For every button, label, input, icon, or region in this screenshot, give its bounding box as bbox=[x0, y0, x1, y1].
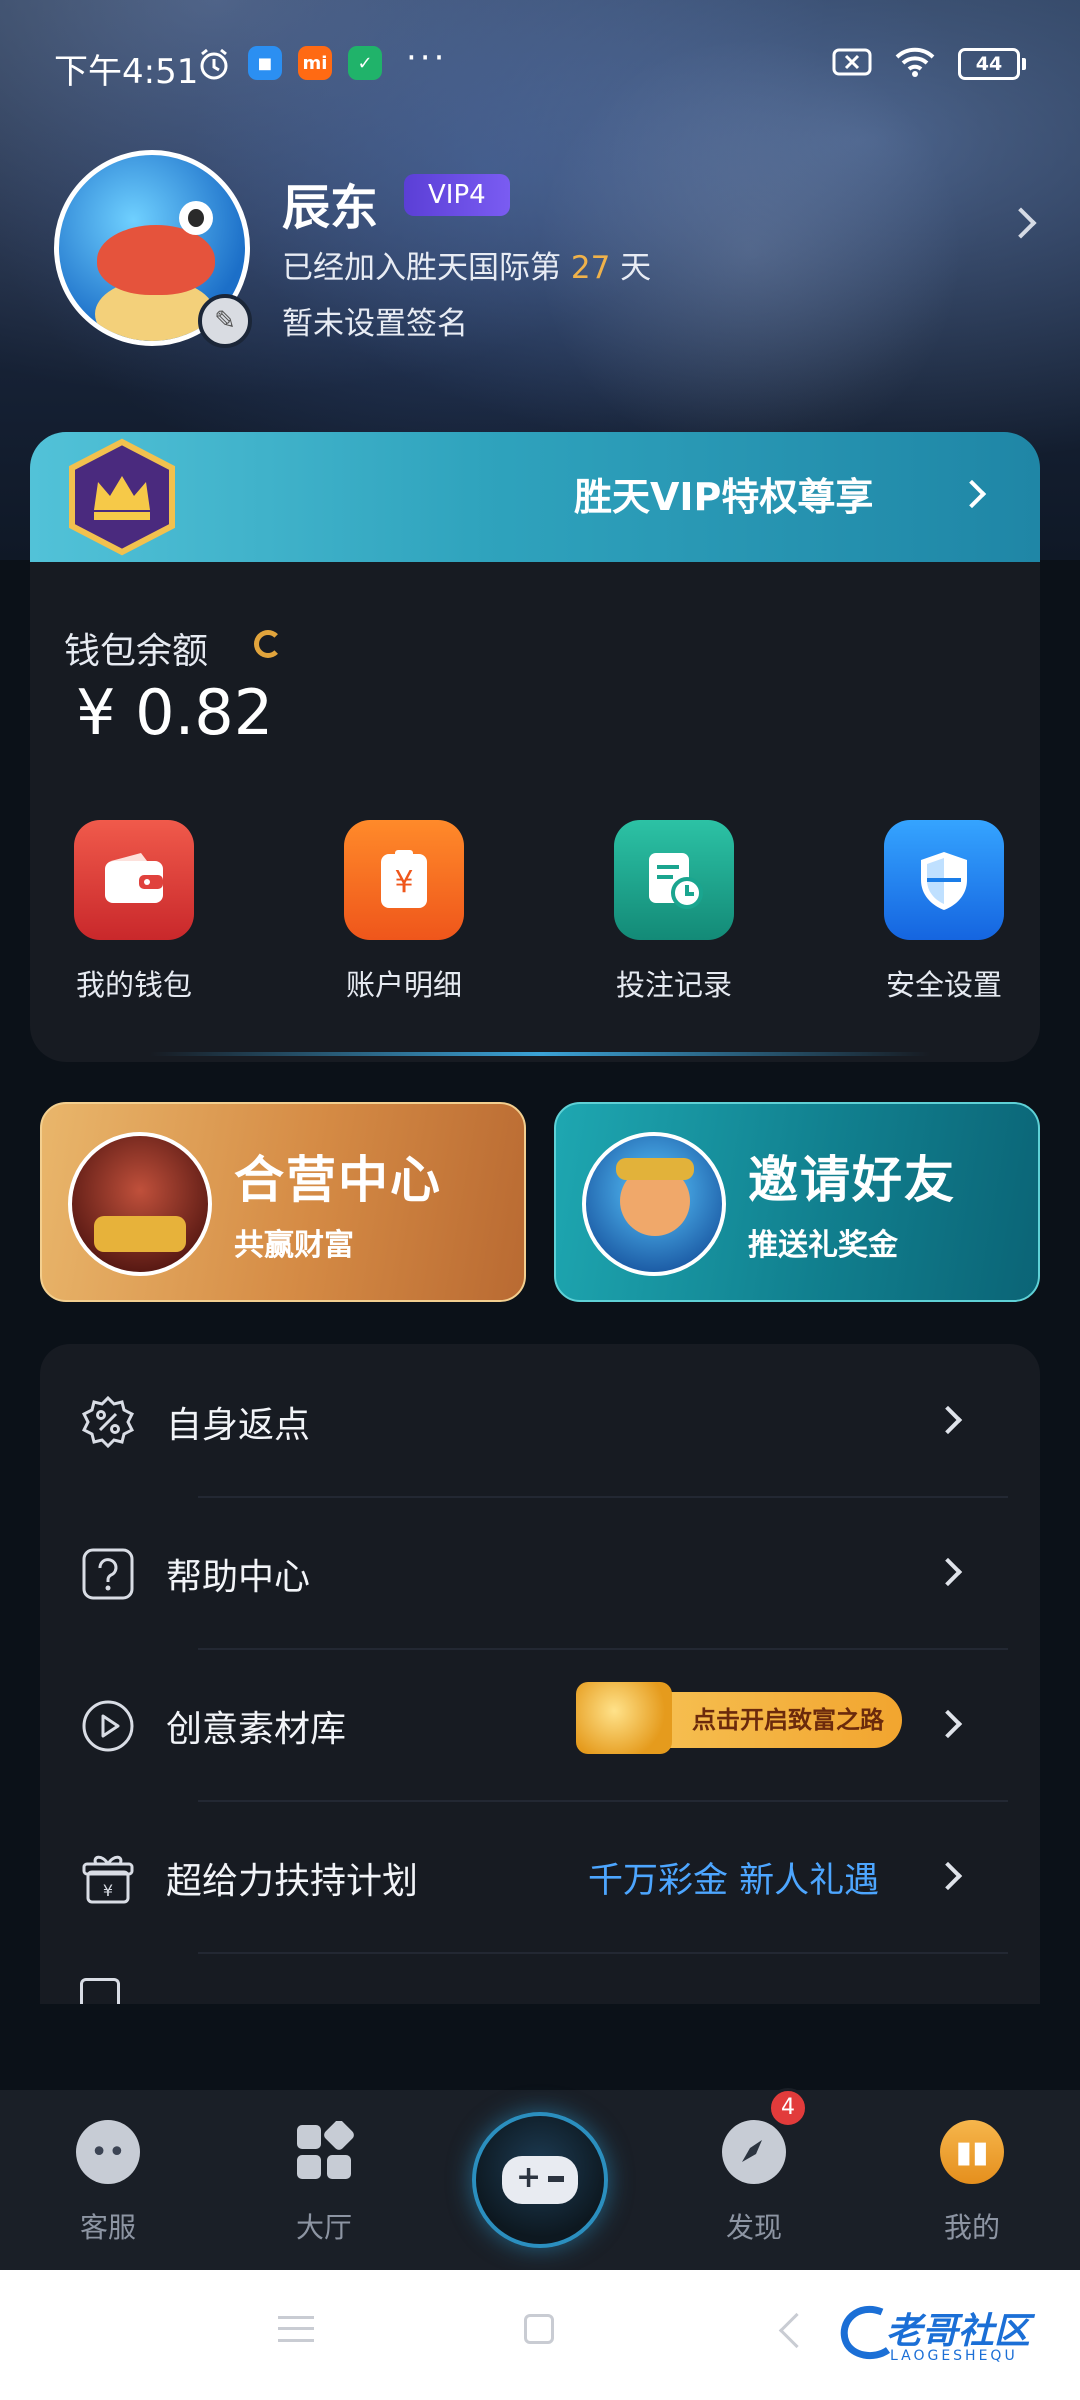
status-bar: 下午4:51 ◼ mi ✓ ··· 44 bbox=[0, 0, 1080, 130]
menu-item-label: 帮助中心 bbox=[166, 1557, 311, 1598]
quick-action-my-wallet[interactable]: 我的钱包 bbox=[34, 820, 234, 1004]
back-icon[interactable] bbox=[778, 2312, 815, 2349]
menu-item-support-plan[interactable]: ¥ 超给力扶持计划 千万彩金 新人礼遇 bbox=[40, 1800, 1040, 1952]
nav-customer-service[interactable]: •• 客服 bbox=[38, 2120, 178, 2246]
nav-profile[interactable]: ▮▮ 我的 bbox=[902, 2120, 1042, 2246]
partner-center-illustration bbox=[68, 1132, 212, 1276]
creative-promo-pill[interactable]: 点击开启致富之路 bbox=[576, 1682, 902, 1754]
promo-subtitle: 共赢财富 bbox=[234, 1228, 354, 1263]
joined-days: 27 bbox=[570, 250, 611, 286]
shield-icon bbox=[884, 820, 1004, 940]
promo-pill-text: 点击开启致富之路 bbox=[692, 1706, 884, 1734]
percent-badge-icon bbox=[80, 1394, 136, 1450]
quick-action-security[interactable]: 安全设置 bbox=[844, 820, 1044, 1004]
support-plan-highlight: 千万彩金 新人礼遇 bbox=[588, 1861, 880, 1901]
home-icon[interactable] bbox=[524, 2314, 554, 2344]
receipt-icon: ¥ bbox=[344, 820, 464, 940]
quick-action-bet-records[interactable]: 投注记录 bbox=[574, 820, 774, 1004]
mi-app-icon: mi bbox=[298, 46, 332, 80]
record-icon bbox=[614, 820, 734, 940]
gamepad-icon bbox=[502, 2156, 578, 2204]
watermark-text: 老哥社区 bbox=[886, 2311, 1031, 2352]
nav-label: 我的 bbox=[943, 2211, 1000, 2244]
quick-action-label: 安全设置 bbox=[885, 968, 1002, 1002]
gold-coins-icon bbox=[576, 1682, 672, 1754]
joined-prefix: 已经加入胜天国际第 bbox=[282, 250, 561, 286]
status-time: 下午4:51 bbox=[54, 52, 199, 92]
vip-banner-text[interactable]: 胜天VIP特权尊享 bbox=[574, 466, 873, 521]
promo-subtitle: 推送礼奖金 bbox=[748, 1228, 898, 1263]
chevron-right-icon bbox=[933, 1557, 963, 1587]
gift-icon: ¥ bbox=[80, 1850, 136, 1906]
discover-badge: 4 bbox=[768, 2088, 808, 2128]
promo-title: 合营中心 bbox=[234, 1151, 442, 1209]
question-icon bbox=[80, 1546, 136, 1602]
vip-banner[interactable] bbox=[30, 432, 1040, 562]
treasure-chest-icon bbox=[94, 1216, 186, 1252]
play-circle-icon bbox=[80, 1698, 136, 1754]
menu-item-help-center[interactable]: 帮助中心 bbox=[40, 1496, 1040, 1648]
gold-crown-icon bbox=[616, 1158, 694, 1180]
chevron-right-icon bbox=[933, 1861, 963, 1891]
wallet-balance-label: 钱包余额 bbox=[64, 631, 209, 672]
quick-action-account-details[interactable]: ¥ 账户明细 bbox=[304, 820, 504, 1004]
menu-item-rebate[interactable]: 自身返点 bbox=[40, 1344, 1040, 1496]
chevron-right-icon bbox=[933, 1405, 963, 1435]
partner-center-card[interactable]: 合营中心 共赢财富 bbox=[40, 1102, 526, 1302]
avatar-art-mouth bbox=[97, 225, 215, 295]
recent-apps-icon[interactable] bbox=[278, 2316, 314, 2342]
invite-friends-illustration bbox=[582, 1132, 726, 1276]
svg-text:¥: ¥ bbox=[103, 1881, 113, 1900]
username: 辰东 bbox=[282, 180, 379, 236]
nav-lobby[interactable]: 大厅 bbox=[254, 2120, 394, 2246]
nav-label: 发现 bbox=[725, 2211, 782, 2244]
app-notification-icon: ◼ bbox=[248, 46, 282, 80]
chevron-right-icon bbox=[933, 1709, 963, 1739]
wifi-icon bbox=[894, 46, 936, 82]
edit-avatar-icon[interactable]: ✎ bbox=[198, 294, 252, 348]
refresh-icon[interactable] bbox=[254, 630, 282, 658]
invite-friends-card[interactable]: 邀请好友 推送礼奖金 bbox=[554, 1102, 1040, 1302]
joined-days-text: 已经加入胜天国际第 27 天 bbox=[282, 242, 651, 287]
menu-item-label: 创意素材库 bbox=[166, 1709, 347, 1750]
chat-icon: •• bbox=[76, 2120, 140, 2184]
nav-label: 大厅 bbox=[295, 2211, 352, 2244]
grid-icon bbox=[292, 2120, 356, 2184]
watermark-subtext: LAOGESHEQU bbox=[890, 2348, 1018, 2364]
vip-level-badge: VIP4 bbox=[404, 174, 510, 216]
compass-icon bbox=[722, 2120, 786, 2184]
card-bottom-glow bbox=[150, 1052, 930, 1056]
joined-suffix: 天 bbox=[620, 250, 652, 286]
wallet-icon bbox=[74, 820, 194, 940]
next-menu-icon-partial bbox=[80, 1978, 120, 2004]
battery-icon: 44 bbox=[958, 48, 1026, 80]
quick-action-label: 我的钱包 bbox=[75, 968, 192, 1002]
nav-games-button[interactable] bbox=[472, 2112, 608, 2248]
profile-icon: ▮▮ bbox=[940, 2120, 1004, 2184]
menu-item-creative-library[interactable]: 创意素材库 点击开启致富之路 bbox=[40, 1648, 1040, 1800]
settings-menu: 自身返点 帮助中心 创意素材库 点击开启致富之路 ¥ 超给力扶持计划 千万彩金 … bbox=[40, 1344, 1040, 2004]
menu-item-label: 超给力扶持计划 bbox=[166, 1861, 419, 1902]
promo-title: 邀请好友 bbox=[748, 1151, 956, 1209]
no-sim-icon bbox=[832, 47, 872, 81]
menu-item-label: 自身返点 bbox=[166, 1405, 311, 1446]
signature-text: 暂未设置签名 bbox=[282, 306, 468, 342]
quick-action-label: 账户明细 bbox=[345, 968, 462, 1002]
wallet-balance-value: ¥ 0.82 bbox=[76, 676, 274, 749]
quick-action-label: 投注记录 bbox=[615, 968, 732, 1002]
alarm-icon bbox=[196, 46, 232, 86]
nav-discover[interactable]: 发现 bbox=[684, 2120, 824, 2246]
more-notifications-icon: ··· bbox=[406, 38, 448, 78]
crown-shield-icon bbox=[69, 438, 175, 556]
watermark-logo: 老哥社区 LAOGESHEQU bbox=[838, 2296, 1058, 2376]
security-app-icon: ✓ bbox=[348, 46, 382, 80]
svg-text:¥: ¥ bbox=[394, 865, 413, 900]
nav-label: 客服 bbox=[79, 2211, 136, 2244]
status-right: 44 bbox=[832, 46, 1026, 82]
menu-divider bbox=[198, 1952, 1008, 1954]
avatar-art-eye bbox=[179, 201, 213, 235]
